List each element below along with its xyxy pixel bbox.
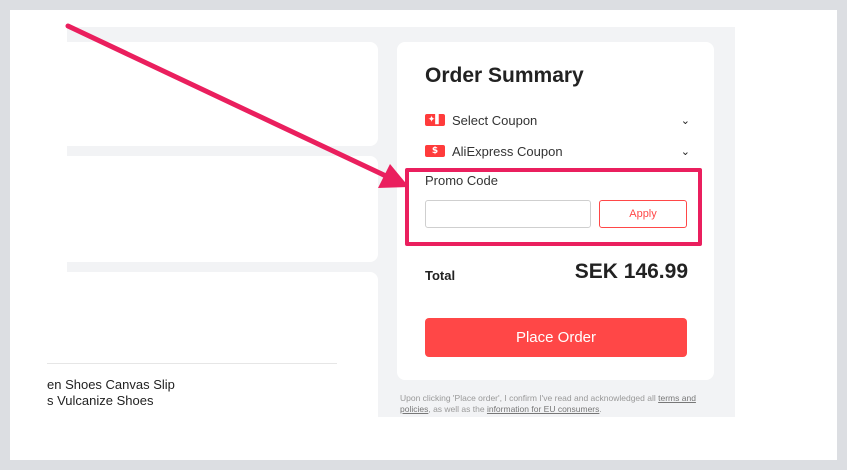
product-title-line-1: en Shoes Canvas Slip	[47, 377, 175, 392]
apply-promo-button[interactable]: Apply	[599, 200, 687, 228]
product-title[interactable]: en Shoes Canvas Slip s Vulcanize Shoes	[47, 377, 347, 409]
select-coupon-label: Select Coupon	[452, 112, 538, 128]
promo-code-input[interactable]	[425, 200, 591, 228]
select-coupon-row[interactable]: ✦▌ Select Coupon ⌄	[425, 110, 690, 130]
payment-method-card	[47, 156, 378, 262]
chevron-down-icon[interactable]: ⌄	[681, 145, 690, 158]
card-divider	[47, 363, 337, 364]
order-summary-card: Order Summary ✦▌ Select Coupon ⌄ $ AliEx…	[397, 42, 714, 380]
legal-text-prefix: Upon clicking 'Place order', I confirm I…	[400, 393, 659, 403]
eu-consumers-link[interactable]: information for EU consumers	[487, 404, 599, 414]
aliexpress-coupon-icon: $	[425, 145, 445, 157]
screenshot-frame: en Shoes Canvas Slip s Vulcanize Shoes O…	[10, 10, 837, 460]
items-card: en Shoes Canvas Slip s Vulcanize Shoes	[47, 272, 378, 432]
total-value: SEK 146.99	[574, 260, 688, 283]
aliexpress-coupon-label: AliExpress Coupon	[452, 143, 563, 159]
store-coupon-icon: ✦▌	[425, 114, 445, 126]
product-title-line-2: s Vulcanize Shoes	[47, 393, 154, 408]
shipping-address-card	[47, 42, 378, 146]
legal-text-middle: , as well as the	[428, 404, 487, 414]
total-label: Total	[425, 268, 456, 283]
legal-notice: Upon clicking 'Place order', I confirm I…	[400, 393, 710, 415]
legal-text-suffix: .	[599, 404, 602, 414]
aliexpress-coupon-row[interactable]: $ AliExpress Coupon ⌄	[425, 141, 690, 161]
promo-code-label: Promo Code	[425, 173, 498, 188]
checkout-content: en Shoes Canvas Slip s Vulcanize Shoes O…	[47, 27, 735, 432]
order-summary-title: Order Summary	[425, 64, 584, 87]
place-order-button[interactable]: Place Order	[425, 318, 687, 357]
chevron-down-icon[interactable]: ⌄	[681, 114, 690, 127]
